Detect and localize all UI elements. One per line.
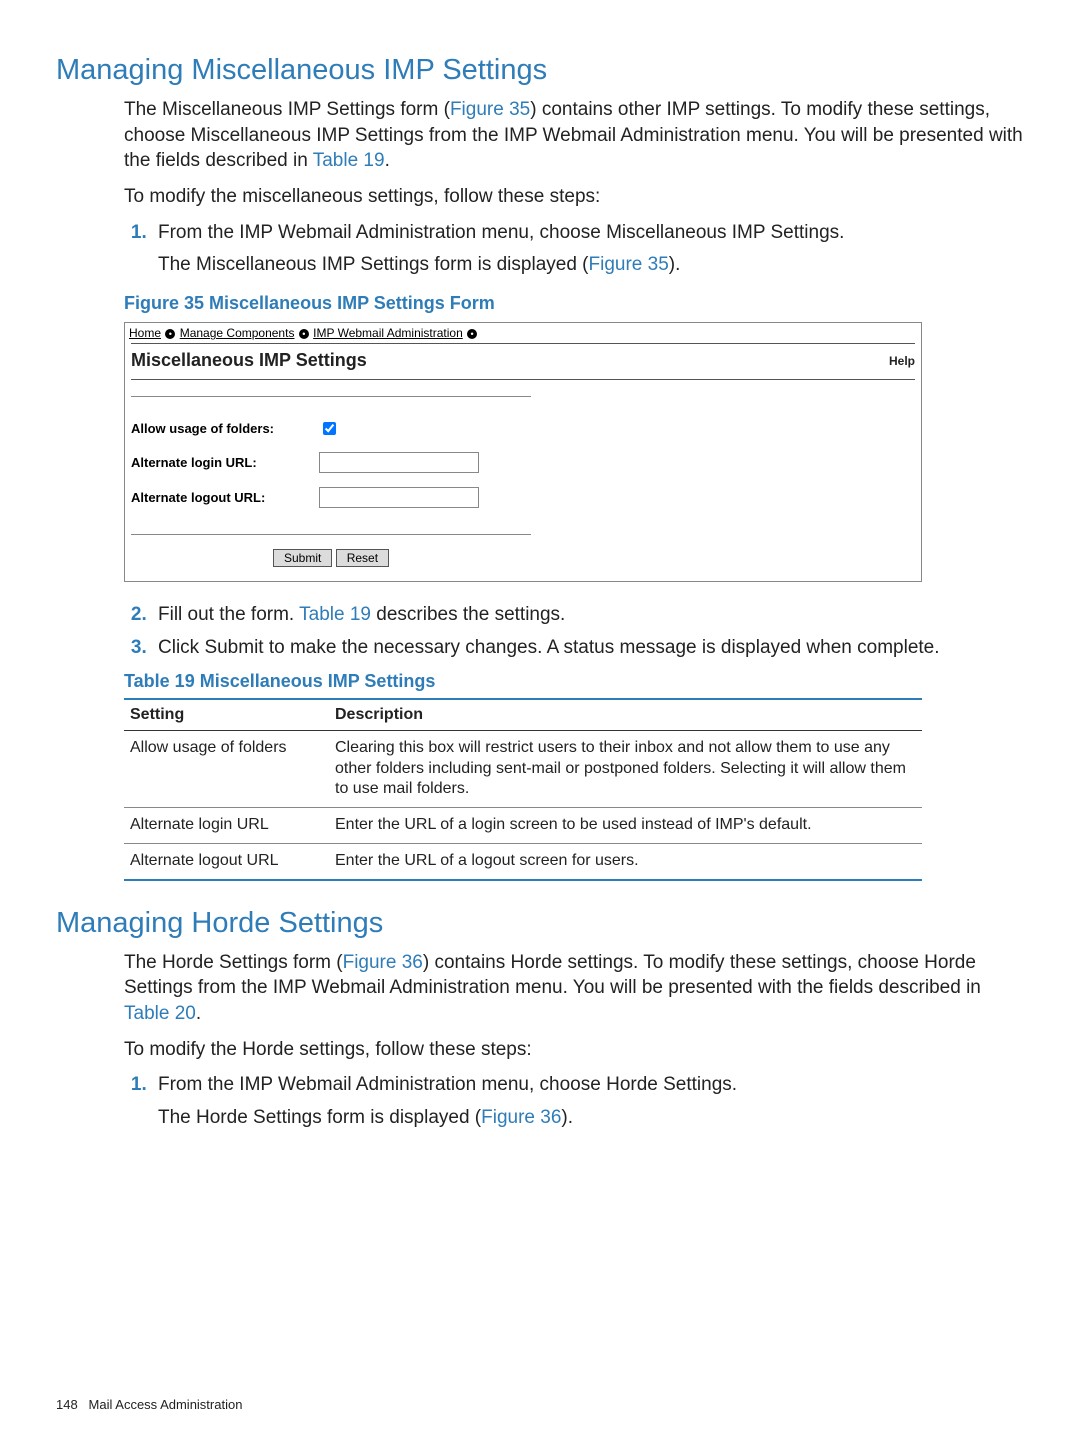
field-label-login: Alternate login URL: <box>131 455 319 470</box>
field-label-logout: Alternate logout URL: <box>131 490 319 505</box>
step-1: From the IMP Webmail Administration menu… <box>152 1072 1024 1130</box>
alternate-login-input[interactable] <box>319 452 479 473</box>
horde-intro-1: The Horde Settings form (Figure 36) cont… <box>124 950 1024 1027</box>
settings-table-19: Setting Description Allow usage of folde… <box>124 698 922 881</box>
field-logout-url: Alternate logout URL: <box>131 487 531 508</box>
section-heading-misc-imp: Managing Miscellaneous IMP Settings <box>56 54 1024 87</box>
step-2: Fill out the form. Table 19 describes th… <box>152 602 1024 628</box>
step-1-subtext: The Miscellaneous IMP Settings form is d… <box>158 252 1024 278</box>
text: The Miscellaneous IMP Settings form is d… <box>158 254 589 275</box>
step-1-subtext: The Horde Settings form is displayed (Fi… <box>158 1105 1024 1131</box>
breadcrumb: Home • Manage Components • IMP Webmail A… <box>125 323 921 343</box>
text: Fill out the form. <box>158 604 299 625</box>
form-body: Allow usage of folders: Alternate login … <box>131 396 531 535</box>
cell-setting: Alternate login URL <box>124 808 329 844</box>
help-link[interactable]: Help <box>889 354 915 368</box>
crumb-home[interactable]: Home <box>129 326 161 340</box>
step-3: Click Submit to make the necessary chang… <box>152 635 1024 661</box>
link-figure-35[interactable]: Figure 35 <box>589 254 669 275</box>
submit-button[interactable]: Submit <box>273 549 332 567</box>
link-table-20[interactable]: Table 20 <box>124 1003 196 1024</box>
step-text: Click Submit to make the necessary chang… <box>158 637 940 658</box>
allow-folders-checkbox[interactable] <box>323 422 336 435</box>
link-figure-36[interactable]: Figure 36 <box>481 1107 561 1128</box>
col-setting: Setting <box>124 699 329 731</box>
link-figure-36[interactable]: Figure 36 <box>343 952 423 973</box>
horde-intro-2: To modify the Horde settings, follow the… <box>124 1037 1024 1063</box>
field-allow-folders: Allow usage of folders: <box>131 419 531 438</box>
text: The Horde Settings form ( <box>124 952 343 973</box>
steps-list-1: From the IMP Webmail Administration menu… <box>124 220 1024 278</box>
figure-caption-35: Figure 35 Miscellaneous IMP Settings For… <box>124 293 1024 314</box>
form-figure-35: Home • Manage Components • IMP Webmail A… <box>124 322 922 582</box>
cell-setting: Alternate logout URL <box>124 844 329 880</box>
table-row: Alternate login URL Enter the URL of a l… <box>124 808 922 844</box>
page-number: 148 <box>56 1397 78 1412</box>
table-header-row: Setting Description <box>124 699 922 731</box>
cell-setting: Allow usage of folders <box>124 730 329 807</box>
cell-desc: Clearing this box will restrict users to… <box>329 730 922 807</box>
table-row: Allow usage of folders Clearing this box… <box>124 730 922 807</box>
arrow-icon: • <box>299 329 309 339</box>
form-title: Miscellaneous IMP Settings <box>131 350 367 371</box>
form-buttons: Submit Reset <box>273 549 921 567</box>
cell-desc: Enter the URL of a logout screen for use… <box>329 844 922 880</box>
steps-list-1b: Fill out the form. Table 19 describes th… <box>124 602 1024 660</box>
text: ). <box>669 254 681 275</box>
link-table-19[interactable]: Table 19 <box>313 150 385 171</box>
field-login-url: Alternate login URL: <box>131 452 531 473</box>
field-label-allow: Allow usage of folders: <box>131 421 319 436</box>
chapter-title: Mail Access Administration <box>89 1397 243 1412</box>
steps-list-2: From the IMP Webmail Administration menu… <box>124 1072 1024 1130</box>
intro-paragraph-2: To modify the miscellaneous settings, fo… <box>124 184 1024 210</box>
arrow-icon: • <box>165 329 175 339</box>
step-1: From the IMP Webmail Administration menu… <box>152 220 1024 278</box>
alternate-logout-input[interactable] <box>319 487 479 508</box>
page-footer: 148 Mail Access Administration <box>56 1397 242 1412</box>
section-heading-horde: Managing Horde Settings <box>56 907 1024 940</box>
text: describes the settings. <box>371 604 565 625</box>
reset-button[interactable]: Reset <box>336 549 389 567</box>
text: . <box>385 150 390 171</box>
text: . <box>196 1003 201 1024</box>
cell-desc: Enter the URL of a login screen to be us… <box>329 808 922 844</box>
text: The Miscellaneous IMP Settings form ( <box>124 99 450 120</box>
arrow-icon: • <box>467 329 477 339</box>
table-row: Alternate logout URL Enter the URL of a … <box>124 844 922 880</box>
crumb-imp-webmail-admin[interactable]: IMP Webmail Administration <box>313 326 463 340</box>
text: ). <box>561 1107 573 1128</box>
step-text: From the IMP Webmail Administration menu… <box>158 222 844 243</box>
link-figure-35[interactable]: Figure 35 <box>450 99 530 120</box>
link-table-19[interactable]: Table 19 <box>299 604 371 625</box>
col-description: Description <box>329 699 922 731</box>
step-text: From the IMP Webmail Administration menu… <box>158 1074 737 1095</box>
crumb-manage-components[interactable]: Manage Components <box>180 326 295 340</box>
text: The Horde Settings form is displayed ( <box>158 1107 481 1128</box>
form-title-row: Miscellaneous IMP Settings Help <box>131 343 915 380</box>
intro-paragraph-1: The Miscellaneous IMP Settings form (Fig… <box>124 97 1024 174</box>
table-caption-19: Table 19 Miscellaneous IMP Settings <box>124 671 1024 692</box>
